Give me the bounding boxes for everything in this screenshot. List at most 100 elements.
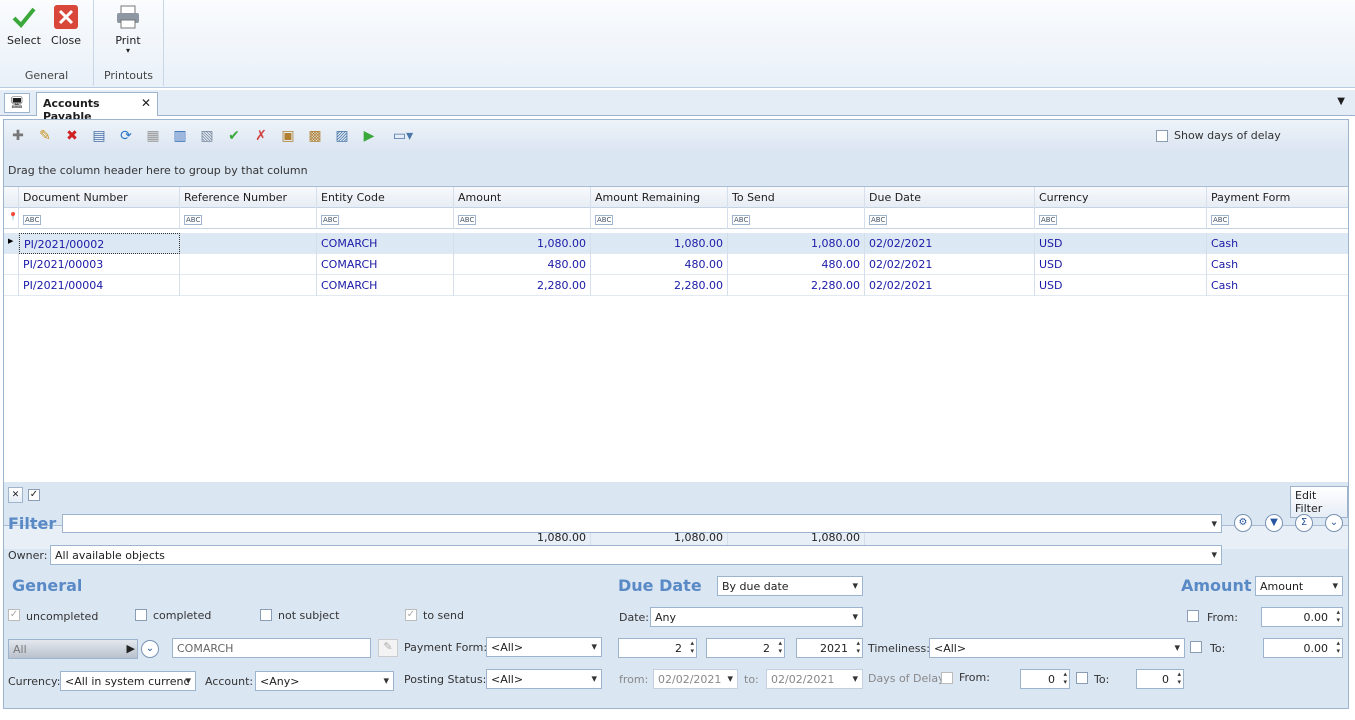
cell-payment-form[interactable]: Cash [1207, 275, 1348, 296]
settings-gear-icon[interactable]: ⚙ [1234, 514, 1252, 532]
not-subject-checkbox[interactable] [260, 609, 272, 621]
account-select[interactable]: <Any> [255, 671, 394, 691]
cell-currency[interactable]: USD [1035, 275, 1207, 296]
column-header-to-send[interactable]: To Send [728, 187, 865, 208]
calendar-icon[interactable]: ▨ [334, 128, 350, 144]
column-header-due-date[interactable]: Due Date [865, 187, 1035, 208]
close-button[interactable]: Close [48, 0, 84, 47]
date-select[interactable]: Any [650, 607, 863, 627]
cell-payment-form[interactable]: Cash [1207, 233, 1348, 254]
clipboard-icon[interactable]: ▩ [307, 128, 323, 144]
column-filter[interactable]: ABC [865, 208, 1035, 229]
column-filter[interactable]: ABC [180, 208, 317, 229]
entity-dropdown-chevron-icon[interactable]: ⌄ [141, 640, 159, 658]
export-icon[interactable]: ▤ [91, 128, 107, 144]
cell-amount-remaining[interactable]: 480.00 [591, 254, 728, 275]
to-date-input[interactable]: 02/02/2021 [766, 669, 863, 689]
filter-expression-input[interactable] [62, 514, 1222, 533]
cell-amount-remaining[interactable]: 1,080.00 [591, 233, 728, 254]
cell-document-number[interactable]: PI/2021/00003 [19, 254, 180, 275]
cell-amount[interactable]: 1,080.00 [454, 233, 591, 254]
column-header-document-number[interactable]: Document Number [19, 187, 180, 208]
delay-to-spinner[interactable]: 0 [1136, 669, 1184, 689]
edit-icon[interactable]: ✎ [37, 128, 53, 144]
table-row[interactable]: PI/2021/00003 COMARCH 480.00 480.00 480.… [4, 254, 1348, 275]
cell-currency[interactable]: USD [1035, 254, 1207, 275]
cell-reference-number[interactable] [180, 233, 317, 254]
cell-to-send[interactable]: 2,280.00 [728, 275, 865, 296]
run-icon[interactable]: ▶ [361, 128, 377, 144]
column-filter[interactable]: ABC [1035, 208, 1207, 229]
cell-due-date[interactable]: 02/02/2021 [865, 254, 1035, 275]
cell-currency[interactable]: USD [1035, 233, 1207, 254]
due-date-mode-select[interactable]: By due date [717, 576, 863, 596]
columns-icon[interactable]: ▥ [172, 128, 188, 144]
tab-accounts-payable[interactable]: Accounts Payable ✕ [36, 92, 158, 123]
column-filter[interactable]: ABC [19, 208, 180, 229]
select-button[interactable]: Select [6, 0, 42, 47]
delay-to-checkbox[interactable] [1076, 672, 1088, 684]
show-delay-checkbox[interactable] [1156, 130, 1168, 142]
cell-amount[interactable]: 2,280.00 [454, 275, 591, 296]
cell-reference-number[interactable] [180, 254, 317, 275]
sigma-icon[interactable]: Σ [1295, 514, 1313, 532]
column-header-entity-code[interactable]: Entity Code [317, 187, 454, 208]
payment-form-select[interactable]: <All> [486, 637, 602, 657]
column-filter[interactable]: ABC [454, 208, 591, 229]
refresh-icon[interactable]: ⟳ [118, 128, 134, 144]
table-row[interactable]: PI/2021/00004 COMARCH 2,280.00 2,280.00 … [4, 275, 1348, 296]
column-filter[interactable]: ABC [591, 208, 728, 229]
cell-document-number[interactable]: PI/2021/00002 [19, 233, 180, 254]
column-filter[interactable]: ABC [317, 208, 454, 229]
cell-due-date[interactable]: 02/02/2021 [865, 233, 1035, 254]
cell-entity-code[interactable]: COMARCH [317, 275, 454, 296]
monitor-icon[interactable]: 🖥 [4, 93, 30, 113]
cell-amount-remaining[interactable]: 2,280.00 [591, 275, 728, 296]
cancel-approve-icon[interactable]: ✗ [253, 128, 269, 144]
delay-from-spinner[interactable]: 0 [1020, 669, 1070, 689]
delete-icon[interactable]: ✖ [64, 128, 80, 144]
currency-select[interactable]: <All in system currenc [60, 671, 196, 691]
cell-payment-form[interactable]: Cash [1207, 254, 1348, 275]
posting-status-select[interactable]: <All> [486, 669, 602, 689]
table-row[interactable]: ▶ PI/2021/00002 COMARCH 1,080.00 1,080.0… [4, 233, 1348, 254]
cell-amount[interactable]: 480.00 [454, 254, 591, 275]
column-header-reference-number[interactable]: Reference Number [180, 187, 317, 208]
document-icon[interactable]: ▧ [199, 128, 215, 144]
amount-mode-select[interactable]: Amount [1255, 576, 1343, 596]
enable-filter-checkbox[interactable]: ✓ [28, 489, 40, 501]
column-header-amount[interactable]: Amount [454, 187, 591, 208]
entity-input[interactable]: COMARCH [172, 638, 371, 658]
print-button[interactable]: Print ▾ [108, 0, 148, 55]
cell-entity-code[interactable]: COMARCH [317, 254, 454, 275]
tab-menu-chevron-icon[interactable]: ▼ [1337, 96, 1345, 107]
column-header-payment-form[interactable]: Payment Form [1207, 187, 1348, 208]
eraser-icon[interactable]: ✎ [378, 639, 398, 657]
cell-entity-code[interactable]: COMARCH [317, 233, 454, 254]
approve-icon[interactable]: ✔ [226, 128, 242, 144]
amount-to-checkbox[interactable] [1190, 641, 1202, 653]
period-spinner-1[interactable]: 2 [618, 638, 697, 658]
amount-from-spinner[interactable]: 0.00 [1261, 607, 1343, 627]
edit-filter-button[interactable]: Edit Filter [1290, 486, 1348, 518]
entity-type-combo[interactable]: All ▶ [8, 639, 138, 659]
owner-select[interactable]: All available objects [50, 545, 1222, 565]
column-header-currency[interactable]: Currency [1035, 187, 1207, 208]
amount-from-checkbox[interactable] [1187, 610, 1199, 622]
column-filter[interactable]: ABC [1207, 208, 1348, 229]
expand-chevron-icon[interactable]: ⌄ [1325, 514, 1343, 532]
completed-checkbox[interactable] [135, 609, 147, 621]
view-dropdown-icon[interactable]: ▭▾ [388, 128, 418, 144]
cell-due-date[interactable]: 02/02/2021 [865, 275, 1035, 296]
add-icon[interactable]: ✚ [10, 128, 26, 144]
group-by-panel[interactable]: Drag the column header here to group by … [4, 154, 1348, 184]
cell-to-send[interactable]: 1,080.00 [728, 233, 865, 254]
uncompleted-checkbox[interactable]: ✓ [8, 609, 20, 621]
clear-filter-icon[interactable]: ✕ [8, 487, 23, 503]
funnel-filter-icon[interactable]: ▼ [1265, 514, 1283, 532]
period-spinner-2[interactable]: 2 [706, 638, 785, 658]
cell-document-number[interactable]: PI/2021/00004 [19, 275, 180, 296]
timeliness-select[interactable]: <All> [929, 638, 1185, 658]
from-date-input[interactable]: 02/02/2021 [653, 669, 738, 689]
year-spinner[interactable]: 2021 [796, 638, 863, 658]
